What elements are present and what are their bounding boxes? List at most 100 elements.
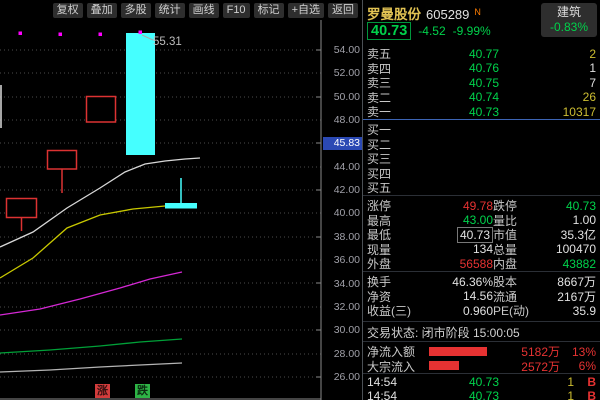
stock-code: 605289 (426, 7, 469, 22)
stat-row-volume: 现量 134 总量 100470 (363, 241, 600, 256)
stat-row-high: 最高 43.00 量比 1.00 (363, 212, 600, 227)
net-inflow-row: 净流入额 5182万 13% (363, 343, 600, 358)
divider (363, 321, 600, 322)
money-flow: 净流入额 5182万 13% 大宗流入 2572万 6% (363, 343, 600, 372)
axis-tick: 30.00 (324, 324, 360, 336)
stat-row-lots: 外盘 56588 内盘 43882 (363, 255, 600, 270)
chart-canvas: 55.31 (0, 20, 322, 400)
last-price: 40.73 (367, 22, 411, 40)
limit-up-marks (19, 31, 143, 37)
axis-tick: 48.00 (324, 114, 360, 126)
toolbar-button-f10[interactable]: F10 (223, 3, 250, 18)
ask-levels: 卖五 40.77 2 卖四 40.76 1 卖三 40.75 7 卖二 40.7… (363, 45, 600, 118)
candle-red-2 (48, 151, 77, 194)
axis-tick: 28.00 (324, 348, 360, 360)
outer-volume-value: 56588 (425, 257, 493, 271)
trading-app-window: 复权 叠加 多股 统计 画线 F10 标记 +自选 返回 (0, 0, 600, 400)
volume-ratio-value: 1.00 (551, 213, 596, 227)
divider (363, 373, 600, 374)
stat-row-netassets: 净资 14.56 流通 2167万 (363, 288, 600, 303)
stats-block-2: 换手 46.36% 股本 8667万 净资 14.56 流通 2167万 收益(… (363, 273, 600, 317)
limit-down-value: 40.73 (551, 199, 596, 213)
day-high-value: 43.00 (425, 213, 493, 227)
axis-tick: 52.00 (324, 67, 360, 79)
toolbar-button-mark[interactable]: 标记 (254, 3, 284, 18)
price-change-pct: -9.99% (453, 24, 491, 38)
net-assets-value: 14.56 (425, 289, 493, 303)
candle-cyan-big (126, 33, 155, 155)
divider (363, 195, 600, 196)
ask-row-4[interactable]: 卖四 40.76 1 (363, 60, 600, 75)
new-stock-flag: N (474, 7, 481, 17)
ma-line-gray (0, 363, 182, 372)
block-inflow-value: 2572万 (493, 358, 560, 375)
divider (363, 341, 600, 342)
stat-row-turnover: 换手 46.36% 股本 8667万 (363, 273, 600, 288)
ask-row-2[interactable]: 卖二 40.74 26 (363, 89, 600, 104)
ask-row-5[interactable]: 卖五 40.77 2 (363, 45, 600, 60)
pe-value: 35.9 (551, 304, 596, 318)
day-low-value: 40.73 (457, 227, 493, 243)
tick-row: 14:54 40.73 1 B (363, 389, 600, 400)
stat-row-earnings: 收益(三) 0.960 PE(动) 35.9 (363, 302, 600, 317)
legend-up-badge[interactable]: 涨 (95, 384, 110, 398)
total-volume-value: 100470 (551, 242, 596, 256)
bid-row-2[interactable]: 买二 (363, 136, 600, 151)
toolbar-button-multistock[interactable]: 多股 (121, 3, 151, 18)
axis-tick: 54.00 (324, 44, 360, 56)
legend-down-badge[interactable]: 跌 (135, 384, 150, 398)
sector-badge[interactable]: 建筑 -0.83% (541, 3, 597, 37)
eps-value: 0.960 (425, 304, 493, 318)
axis-tick: 34.00 (324, 278, 360, 290)
tick-row: 14:54 40.73 1 B (363, 375, 600, 389)
toolbar-button-back[interactable]: 返回 (328, 3, 358, 18)
bid-ask-divider (363, 119, 600, 120)
stock-header[interactable]: 罗曼股份 605289 N (367, 3, 481, 20)
block-inflow-bar (429, 361, 459, 370)
ask-row-3[interactable]: 卖三 40.75 7 (363, 74, 600, 89)
inner-volume-value: 43882 (551, 257, 596, 271)
divider (363, 271, 600, 272)
bid-levels: 买一 买二 买三 买四 买五 (363, 121, 600, 194)
axis-tick: 26.00 (324, 371, 360, 383)
toolbar-button-add-watch[interactable]: +自选 (288, 3, 324, 18)
candle-red-3 (87, 97, 116, 123)
candlestick-chart[interactable]: 55.31 涨 跌 (0, 20, 322, 400)
axis-tick: 36.00 (324, 254, 360, 266)
toolbar-button-overlay[interactable]: 叠加 (87, 3, 117, 18)
toolbar-button-restore[interactable]: 复权 (53, 3, 83, 18)
block-inflow-row: 大宗流入 2572万 6% (363, 358, 600, 373)
axis-tick: 32.00 (324, 301, 360, 313)
bid-row-4[interactable]: 买四 (363, 165, 600, 180)
trading-status: 交易状态: 闭市阶段 15:00:05 (367, 324, 520, 341)
net-inflow-pct: 13% (560, 345, 596, 359)
price-change: -4.52 (418, 24, 445, 38)
stock-name: 罗曼股份 (367, 3, 421, 23)
stat-row-limit: 涨停 49.78 跌停 40.73 (363, 197, 600, 212)
sector-name: 建筑 (541, 4, 597, 20)
limit-up-value: 49.78 (425, 199, 493, 213)
net-inflow-bar (429, 347, 487, 356)
axis-tick: 40.00 (324, 207, 360, 219)
high-price-label: 55.31 (153, 36, 182, 48)
axis-tick: 38.00 (324, 231, 360, 243)
toolbar: 复权 叠加 多股 统计 画线 F10 标记 +自选 返回 (0, 0, 362, 20)
bid-row-5[interactable]: 买五 (363, 179, 600, 194)
stat-row-low: 最低 40.73 市值 35.3亿 (363, 226, 600, 241)
price-axis: 54.00 52.00 50.00 48.00 45.83 44.00 42.0… (322, 20, 362, 400)
candle-cyan-today (165, 178, 197, 209)
stats-block-1: 涨停 49.78 跌停 40.73 最高 43.00 量比 1.00 最低 40… (363, 197, 600, 270)
bid-row-3[interactable]: 买三 (363, 150, 600, 165)
block-inflow-pct: 6% (560, 359, 596, 373)
float-shares-value: 2167万 (551, 288, 596, 305)
toolbar-button-drawline[interactable]: 画线 (189, 3, 219, 18)
quote-panel: 罗曼股份 605289 N 40.73 -4.52 -9.99% 建筑 -0.8… (362, 0, 600, 400)
ask-row-1[interactable]: 卖一 40.73 10317 (363, 103, 600, 118)
toolbar-button-stats[interactable]: 统计 (155, 3, 185, 18)
ma-line-green (0, 339, 182, 353)
ma-line-magenta (0, 272, 182, 315)
market-cap-value: 35.3亿 (551, 226, 596, 243)
bid-row-1[interactable]: 买一 (363, 121, 600, 136)
turnover-value: 46.36% (425, 275, 493, 289)
axis-tick: 44.00 (324, 161, 360, 173)
